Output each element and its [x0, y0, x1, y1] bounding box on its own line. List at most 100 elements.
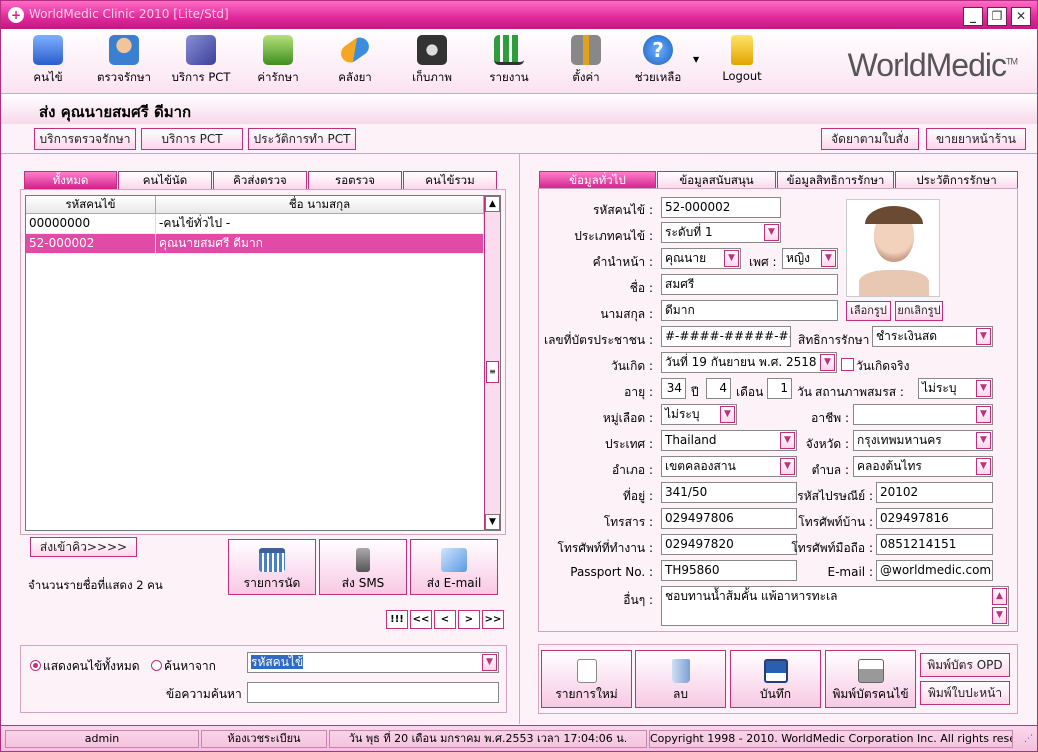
toolbar-help-button[interactable]: ? ช่วยเหลือ: [623, 35, 693, 87]
save-button[interactable]: บันทึก: [730, 650, 821, 708]
passport-field[interactable]: TH95860: [661, 560, 797, 581]
tab-waiting[interactable]: รอตรวจ: [308, 171, 402, 189]
nav-prev-button[interactable]: <: [434, 610, 456, 629]
minimize-button[interactable]: _: [963, 7, 983, 26]
retail-button[interactable]: ขายยาหน้าร้าน: [926, 128, 1026, 150]
search-from-radio[interactable]: ค้นหาจาก: [151, 657, 216, 676]
title-bar[interactable]: + WorldMedic Clinic 2010 [Lite/Std] _ ❐ …: [1, 1, 1037, 29]
nav-all-button[interactable]: !!!: [386, 610, 408, 629]
zip-field[interactable]: 20102: [876, 482, 993, 503]
nav-next-button[interactable]: >: [458, 610, 480, 629]
real-birth-checkbox[interactable]: [841, 358, 854, 371]
tab-appointment[interactable]: คนไข้นัด: [118, 171, 212, 189]
chevron-down-icon[interactable]: ▼: [821, 250, 836, 267]
toolbar-fee-button[interactable]: ค่ารักษา: [243, 35, 313, 87]
address-field[interactable]: 341/50: [661, 482, 797, 503]
chevron-down-icon[interactable]: ▼: [720, 406, 735, 423]
print-card-button[interactable]: พิมพ์บัตรคนไข้: [825, 650, 916, 708]
delete-button[interactable]: ลบ: [635, 650, 726, 708]
age-day-field[interactable]: 1: [767, 378, 792, 399]
blood-select[interactable]: ไม่ระบุ ▼: [661, 404, 737, 425]
tab-queue[interactable]: คิวส่งตรวจ: [213, 171, 307, 189]
nav-first-button[interactable]: <<: [410, 610, 432, 629]
age-month-field[interactable]: 4: [706, 378, 731, 399]
lastname-field[interactable]: ดีมาก: [661, 300, 838, 321]
chevron-down-icon[interactable]: ▼: [482, 654, 497, 671]
toolbar-exam-button[interactable]: ตรวจรักษา: [89, 35, 159, 87]
list-scrollbar[interactable]: ▲ ≡ ▼: [484, 196, 500, 530]
chevron-down-icon[interactable]: ▼: [976, 328, 991, 345]
hn-field[interactable]: 52-000002: [661, 197, 781, 218]
column-name[interactable]: ชื่อ นามสกุล: [156, 196, 484, 213]
close-button[interactable]: ✕: [1011, 7, 1031, 26]
chevron-down-icon[interactable]: ▼: [820, 354, 835, 371]
chevron-down-icon[interactable]: ▼: [976, 406, 991, 423]
home-phone-field[interactable]: 029497816: [876, 508, 993, 529]
tab-all[interactable]: ทั้งหมด: [24, 171, 117, 189]
tab-combined[interactable]: คนไข้รวม: [403, 171, 497, 189]
tab-support[interactable]: ข้อมูลสนับสนุน: [657, 171, 776, 189]
prefix-select[interactable]: คุณนาย ▼: [661, 248, 741, 269]
subdistrict-select[interactable]: คลองต้นไทร ▼: [853, 456, 993, 477]
send-queue-button[interactable]: ส่งเข้าคิว>>>>: [30, 537, 137, 557]
column-hn[interactable]: รหัสคนไข้: [26, 196, 156, 213]
tab-general[interactable]: ข้อมูลทั่วไป: [539, 171, 656, 189]
print-cover-button[interactable]: พิมพ์ใบปะหน้า: [920, 681, 1010, 705]
patient-type-select[interactable]: ระดับที่ 1 ▼: [661, 222, 781, 243]
appointment-list-button[interactable]: รายการนัด: [228, 539, 316, 595]
other-notes-field[interactable]: ชอบทานน้ำส้มคั้น แพ้อาหารทะเล ▲ ▼: [661, 586, 1009, 626]
scroll-up-icon[interactable]: ▲: [485, 196, 500, 212]
show-all-radio[interactable]: แสดงคนไข้ทั้งหมด: [30, 657, 140, 676]
chevron-down-icon[interactable]: ▼: [992, 607, 1007, 624]
age-year-field[interactable]: 34: [661, 378, 686, 399]
search-field-select[interactable]: รหัสคนไข้ ▼: [247, 652, 499, 673]
firstname-field[interactable]: สมศรี: [661, 274, 838, 295]
toolbar-logout-button[interactable]: Logout: [707, 35, 777, 83]
sex-select[interactable]: หญิง ▼: [782, 248, 838, 269]
district-select[interactable]: เขตคลองสาน ▼: [661, 456, 797, 477]
scroll-thumb[interactable]: ≡: [486, 361, 499, 383]
keyword-input[interactable]: [247, 682, 499, 703]
list-item[interactable]: 00000000 -คนไข้ทั่วไป -: [26, 214, 500, 234]
marital-select[interactable]: ไม่ระบุ ▼: [918, 378, 993, 399]
chevron-down-icon[interactable]: ▼: [764, 224, 779, 241]
tab-history[interactable]: ประวัติการรักษา: [895, 171, 1018, 189]
exam-service-button[interactable]: บริการตรวจรักษา: [34, 128, 136, 150]
career-select[interactable]: ▼: [853, 404, 993, 425]
country-select[interactable]: Thailand ▼: [661, 430, 797, 451]
chevron-up-icon[interactable]: ▲: [992, 588, 1007, 605]
toolbar-report-button[interactable]: รายงาน: [474, 35, 544, 87]
chevron-down-icon[interactable]: ▼: [976, 380, 991, 397]
toolbar-pharmacy-button[interactable]: คลังยา: [320, 34, 390, 87]
province-select[interactable]: กรุงเทพมหานคร ▼: [853, 430, 993, 451]
chevron-down-icon[interactable]: ▼: [780, 458, 795, 475]
work-phone-field[interactable]: 029497820: [661, 534, 797, 555]
email-field[interactable]: @worldmedic.com: [876, 560, 993, 581]
chevron-down-icon[interactable]: ▼: [976, 432, 991, 449]
scroll-down-icon[interactable]: ▼: [485, 514, 500, 530]
toolbar-settings-button[interactable]: ตั้งค่า: [551, 35, 621, 87]
toolbar-pct-button[interactable]: บริการ PCT: [166, 35, 236, 87]
resize-grip-icon[interactable]: ⋰: [1024, 734, 1033, 744]
choose-photo-button[interactable]: เลือกรูป: [846, 301, 891, 321]
chevron-down-icon[interactable]: ▼: [780, 432, 795, 449]
new-record-button[interactable]: รายการใหม่: [541, 650, 632, 708]
birthdate-picker[interactable]: วันที่ 19 กันยายน พ.ศ. 2518 ▼: [661, 352, 837, 373]
maximize-button[interactable]: ❐: [987, 7, 1007, 26]
treatment-right-select[interactable]: ชำระเงินสด ▼: [872, 326, 993, 347]
toolbar-photo-button[interactable]: เก็บภาพ: [397, 35, 467, 87]
send-email-button[interactable]: ส่ง E-mail: [410, 539, 498, 595]
dispense-button[interactable]: จัดยาตามใบสั่ง: [821, 128, 919, 150]
citizen-id-field[interactable]: #-####-#####-##-#: [661, 326, 791, 347]
chevron-down-icon[interactable]: ▼: [976, 458, 991, 475]
remove-photo-button[interactable]: ยกเลิกรูป: [895, 301, 943, 321]
help-dropdown-icon[interactable]: ▼: [693, 55, 699, 64]
list-item[interactable]: 52-000002 คุณนายสมศรี ดีมาก: [26, 234, 500, 254]
tab-rights[interactable]: ข้อมูลสิทธิการรักษา: [777, 171, 894, 189]
fax-field[interactable]: 029497806: [661, 508, 797, 529]
chevron-down-icon[interactable]: ▼: [724, 250, 739, 267]
toolbar-patient-button[interactable]: คนไข้: [13, 35, 83, 87]
send-sms-button[interactable]: ส่ง SMS: [319, 539, 407, 595]
print-opd-card-button[interactable]: พิมพ์บัตร OPD: [920, 653, 1010, 677]
pct-history-button[interactable]: ประวัติการทำ PCT: [248, 128, 356, 150]
